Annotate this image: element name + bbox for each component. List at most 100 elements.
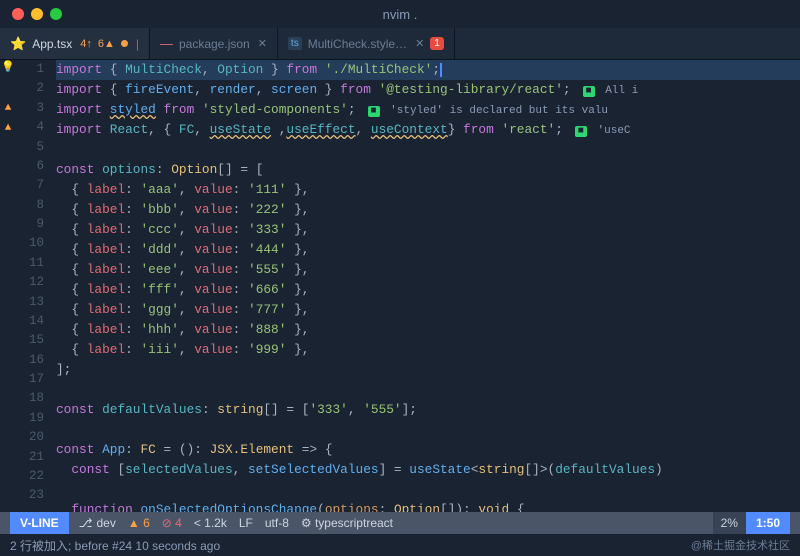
tab-close-button[interactable]: ✕: [415, 37, 424, 50]
tab-package-json[interactable]: — package.json ✕: [150, 28, 278, 59]
gutter-empty-15: [0, 340, 16, 360]
line-num-1: 1: [20, 60, 44, 79]
tab-close-button[interactable]: ✕: [258, 37, 267, 50]
status-filesize: < 1.2k: [188, 516, 233, 530]
window-title: nvim .: [383, 7, 418, 22]
line-num-2: 2: [20, 79, 44, 98]
code-line-23: function onSelectedOptionsChange(options…: [56, 500, 800, 512]
line-num-10: 10: [20, 234, 44, 253]
status-filetype: ⚙ typescriptreact: [295, 516, 399, 530]
code-area[interactable]: import { MultiCheck, Option } from './Mu…: [52, 60, 800, 512]
code-line-5: [56, 140, 800, 160]
gutter-empty-9: [0, 220, 16, 240]
status-errors: ⊘ 4: [156, 516, 188, 530]
line-num-22: 22: [20, 467, 44, 486]
tab-number-badge: 1: [430, 37, 444, 50]
code-line-8: { label: 'bbb', value: '222' },: [56, 200, 800, 220]
tab-app-tsx[interactable]: ⭐ App.tsx 4↑ 6▲ |: [0, 28, 150, 59]
code-line-11: { label: 'eee', value: '555' },: [56, 260, 800, 280]
tab-bar: ⭐ App.tsx 4↑ 6▲ | — package.json ✕ ts Mu…: [0, 28, 800, 60]
line-numbers: 1 2 3 4 5 6 7 8 9 10 11 12 13 14 15 16 1…: [16, 60, 52, 512]
line-num-3: 3: [20, 99, 44, 118]
close-button[interactable]: [12, 8, 24, 20]
gutter-empty-16: [0, 360, 16, 380]
code-line-19: [56, 420, 800, 440]
tab-label: App.tsx: [32, 37, 72, 51]
status-lineending: LF: [233, 516, 259, 530]
status-position: 1:50: [746, 512, 790, 534]
gutter-bulb-1: 💡: [0, 60, 16, 80]
code-line-20: const App: FC = (): JSX.Element => {: [56, 440, 800, 460]
line-num-18: 18: [20, 389, 44, 408]
tab-warning-badge: 6▲: [98, 38, 115, 50]
code-line-3: import styled from 'styled-components';■…: [56, 100, 800, 120]
status-encoding: utf-8: [259, 516, 295, 530]
code-line-4: import React, { FC, useState ,useEffect,…: [56, 120, 800, 140]
line-num-6: 6: [20, 157, 44, 176]
gutter: 💡 ▲ ▲: [0, 60, 16, 512]
code-line-2: import { fireEvent, render, screen } fro…: [56, 80, 800, 100]
dash-icon: —: [160, 36, 173, 51]
line-num-4: 4: [20, 118, 44, 137]
fullscreen-button[interactable]: [50, 8, 62, 20]
line-num-19: 19: [20, 409, 44, 428]
line-num-11: 11: [20, 254, 44, 273]
gutter-empty-11: [0, 260, 16, 280]
gutter-empty-23: [0, 500, 16, 512]
gutter-empty-6: [0, 160, 16, 180]
code-line-14: { label: 'hhh', value: '888' },: [56, 320, 800, 340]
tab-multicheck-style[interactable]: ts MultiCheck.style… ✕ 1: [278, 28, 455, 59]
code-line-22: [56, 480, 800, 500]
gutter-empty-2: [0, 80, 16, 100]
gutter-empty-7: [0, 180, 16, 200]
line-num-15: 15: [20, 331, 44, 350]
message-bar: 2 行被加入; before #24 10 seconds ago @稀土掘金技…: [0, 534, 800, 556]
code-line-13: { label: 'ggg', value: '777' },: [56, 300, 800, 320]
ts-icon: ts: [288, 37, 302, 50]
gutter-warning-3: ▲: [0, 100, 16, 120]
code-line-7: { label: 'aaa', value: '111' },: [56, 180, 800, 200]
line-num-12: 12: [20, 273, 44, 292]
status-bar: V-LINE ⎇ dev ▲ 6 ⊘ 4 < 1.2k LF utf-8 ⚙ t…: [0, 512, 800, 534]
message-text: 2 行被加入; before #24 10 seconds ago: [10, 537, 220, 554]
line-num-5: 5: [20, 138, 44, 157]
gutter-empty-5: [0, 140, 16, 160]
gutter-empty-14: [0, 320, 16, 340]
gutter-empty-13: [0, 300, 16, 320]
line-num-20: 20: [20, 428, 44, 447]
star-icon: ⭐: [10, 36, 26, 52]
editor: 💡 ▲ ▲ 1 2 3 4 5 6 7 8 9 10 11 12: [0, 60, 800, 512]
line-num-9: 9: [20, 215, 44, 234]
code-line-15: { label: 'iii', value: '999' },: [56, 340, 800, 360]
minimize-button[interactable]: [31, 8, 43, 20]
gutter-empty-8: [0, 200, 16, 220]
code-line-12: { label: 'fff', value: '666' },: [56, 280, 800, 300]
branch-icon: ⎇: [79, 516, 93, 530]
tab-label: MultiCheck.style…: [308, 37, 407, 51]
gutter-empty-22: [0, 480, 16, 500]
line-num-14: 14: [20, 312, 44, 331]
gutter-empty-18: [0, 400, 16, 420]
code-line-9: { label: 'ccc', value: '333' },: [56, 220, 800, 240]
gutter-warning-4: ▲: [0, 120, 16, 140]
tab-label: package.json: [179, 37, 250, 51]
line-num-13: 13: [20, 293, 44, 312]
watermark: @稀土掘金技术社区: [691, 537, 790, 553]
tab-badge: 4↑: [80, 38, 92, 50]
status-right: 2% 1:50: [713, 512, 790, 534]
status-mode: V-LINE: [10, 512, 69, 534]
code-line-16: ];: [56, 360, 800, 380]
tab-modified-dot: [121, 40, 128, 47]
title-bar: nvim .: [0, 0, 800, 28]
line-num-23: 23: [20, 486, 44, 505]
line-num-21: 21: [20, 448, 44, 467]
tab-separator: |: [136, 37, 139, 51]
code-line-1: import { MultiCheck, Option } from './Mu…: [56, 60, 800, 80]
code-line-6: const options: Option[] = [: [56, 160, 800, 180]
gutter-empty-10: [0, 240, 16, 260]
line-num-8: 8: [20, 196, 44, 215]
code-line-21: const [selectedValues, setSelectedValues…: [56, 460, 800, 480]
gutter-empty-19: [0, 420, 16, 440]
traffic-lights: [12, 8, 62, 20]
gutter-empty-12: [0, 280, 16, 300]
